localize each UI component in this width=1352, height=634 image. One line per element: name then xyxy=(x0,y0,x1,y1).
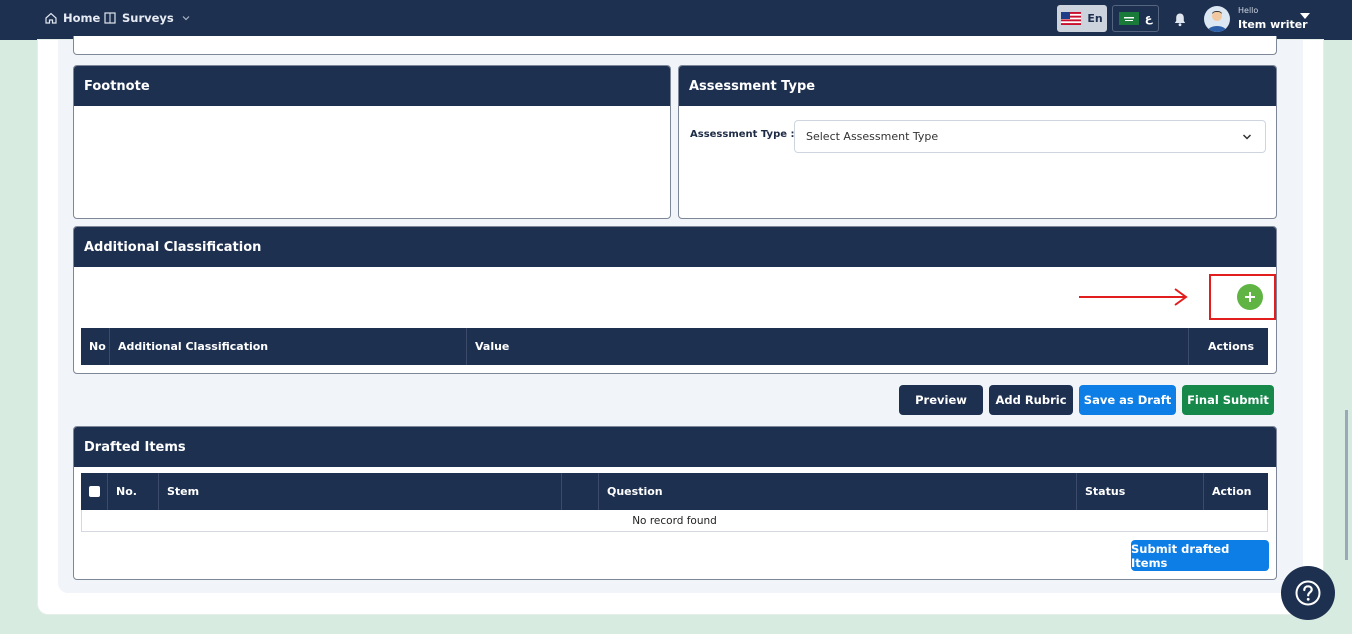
select-all-checkbox[interactable] xyxy=(89,486,100,497)
greeting-label: Hello xyxy=(1238,6,1259,15)
column-header-value: Value xyxy=(467,328,1189,365)
chevron-down-icon xyxy=(179,11,193,25)
column-header-stem: Stem xyxy=(159,473,562,510)
column-header-blank xyxy=(562,473,599,510)
column-header-no: No xyxy=(81,328,110,365)
additional-classification-title: Additional Classification xyxy=(74,227,1276,267)
avatar[interactable] xyxy=(1204,6,1230,32)
column-header-no: No. xyxy=(108,473,159,510)
nav-surveys-label: Surveys xyxy=(122,11,174,25)
assessment-type-select-value: Select Assessment Type xyxy=(806,130,939,143)
assessment-type-card: Assessment Type Assessment Type : Select… xyxy=(678,65,1277,219)
plus-icon xyxy=(1245,292,1255,302)
column-header-action: Action xyxy=(1212,485,1252,498)
nav-home[interactable]: Home xyxy=(44,11,100,25)
nav-surveys[interactable]: Surveys xyxy=(103,11,193,25)
drafted-items-table-header: No. Stem Question Status Action xyxy=(81,473,1268,510)
additional-classification-table-header: No Additional Classification Value Actio… xyxy=(81,328,1268,365)
submit-drafted-items-button[interactable]: Submit drafted Items xyxy=(1131,540,1269,571)
final-submit-button[interactable]: Final Submit xyxy=(1182,385,1274,415)
language-arabic-label: ع xyxy=(1144,12,1153,25)
saudi-flag-icon xyxy=(1118,12,1139,25)
column-header-status: Status xyxy=(1077,473,1204,510)
add-rubric-button[interactable]: Add Rubric xyxy=(989,385,1073,415)
user-name[interactable]: Item writer xyxy=(1238,18,1308,31)
previous-card-bottom xyxy=(73,36,1277,55)
preview-button[interactable]: Preview xyxy=(899,385,983,415)
footnote-card: Footnote xyxy=(73,65,671,219)
column-header-additional-classification: Additional Classification xyxy=(110,328,467,365)
scrollbar[interactable] xyxy=(1345,410,1348,560)
help-button[interactable] xyxy=(1281,566,1335,620)
top-navbar: Home Surveys En ع Hello Item writer xyxy=(0,0,1352,40)
empty-state-message: No record found xyxy=(81,510,1268,532)
select-all-cell xyxy=(81,473,108,510)
add-classification-button[interactable] xyxy=(1237,284,1263,310)
red-arrow-annotation xyxy=(1079,288,1188,306)
language-english-label: En xyxy=(1087,12,1103,25)
assessment-type-title: Assessment Type xyxy=(679,66,1276,106)
home-icon xyxy=(44,11,58,25)
chevron-down-icon xyxy=(1241,131,1253,146)
us-flag-icon xyxy=(1061,12,1082,25)
column-header-question: Question xyxy=(599,473,1077,510)
assessment-type-label: Assessment Type : xyxy=(690,129,795,140)
column-header-actions: Actions xyxy=(1208,340,1254,353)
drafted-items-title: Drafted Items xyxy=(74,427,1276,467)
bell-icon[interactable] xyxy=(1173,12,1187,30)
save-as-draft-button[interactable]: Save as Draft xyxy=(1079,385,1176,415)
nav-home-label: Home xyxy=(63,11,101,25)
book-icon xyxy=(103,11,117,25)
language-arabic-button[interactable]: ع xyxy=(1112,5,1159,32)
question-mark-icon xyxy=(1295,580,1321,606)
footnote-title: Footnote xyxy=(74,66,670,106)
caret-down-icon[interactable] xyxy=(1300,13,1310,19)
language-english-button[interactable]: En xyxy=(1057,5,1107,32)
assessment-type-select[interactable]: Select Assessment Type xyxy=(794,120,1266,153)
